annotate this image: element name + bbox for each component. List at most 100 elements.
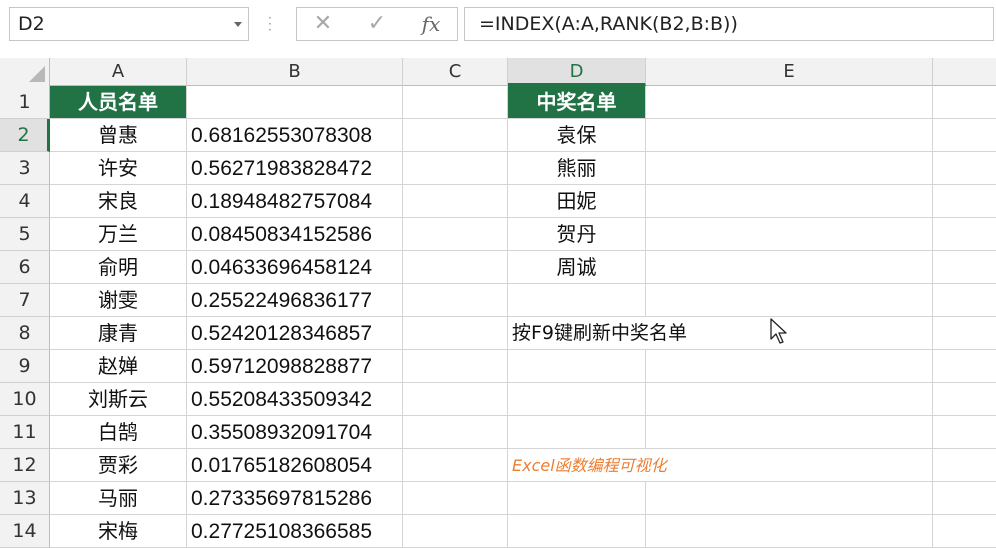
- grip-icon[interactable]: · · ·: [268, 12, 272, 36]
- formula-input[interactable]: =INDEX(A:A,RANK(B2,B:B)): [464, 7, 994, 41]
- empty-cell[interactable]: [403, 86, 508, 119]
- row-header-2[interactable]: 2: [0, 119, 50, 152]
- empty-cell[interactable]: [933, 251, 996, 284]
- random-value-cell[interactable]: 0.55208433509342: [187, 383, 403, 416]
- empty-cell[interactable]: [646, 86, 933, 119]
- empty-cell[interactable]: [403, 218, 508, 251]
- empty-cell[interactable]: [403, 350, 508, 383]
- empty-cell[interactable]: [646, 482, 933, 515]
- column-header-e[interactable]: E: [646, 58, 933, 86]
- column-header-a[interactable]: A: [50, 58, 187, 86]
- column-header-b[interactable]: B: [187, 58, 403, 86]
- empty-cell[interactable]: [933, 218, 996, 251]
- winner-cell[interactable]: 贺丹: [508, 218, 646, 251]
- empty-cell[interactable]: [403, 383, 508, 416]
- name-cell[interactable]: 康青: [50, 317, 187, 350]
- empty-cell[interactable]: [403, 152, 508, 185]
- row-header-10[interactable]: 10: [0, 383, 50, 416]
- empty-cell[interactable]: [403, 482, 508, 515]
- random-value-cell[interactable]: 0.59712098828877: [187, 350, 403, 383]
- random-value-cell[interactable]: 0.68162553078308: [187, 119, 403, 152]
- empty-cell[interactable]: [646, 383, 933, 416]
- header-cell-winners[interactable]: 中奖名单: [508, 86, 646, 119]
- empty-cell[interactable]: [933, 317, 996, 350]
- winner-cell[interactable]: [508, 350, 646, 383]
- empty-cell[interactable]: [403, 449, 508, 482]
- empty-cell[interactable]: [933, 383, 996, 416]
- empty-cell[interactable]: [403, 416, 508, 449]
- random-value-cell[interactable]: 0.35508932091704: [187, 416, 403, 449]
- empty-cell[interactable]: [646, 284, 933, 317]
- row-header-1[interactable]: 1: [0, 86, 50, 119]
- name-cell[interactable]: 宋梅: [50, 515, 187, 548]
- row-header-8[interactable]: 8: [0, 317, 50, 350]
- empty-cell[interactable]: [646, 152, 933, 185]
- empty-cell[interactable]: [933, 185, 996, 218]
- empty-cell[interactable]: [646, 251, 933, 284]
- name-box[interactable]: D2: [9, 7, 249, 41]
- empty-cell[interactable]: [933, 482, 996, 515]
- name-cell[interactable]: 贾彩: [50, 449, 187, 482]
- empty-cell[interactable]: [933, 119, 996, 152]
- empty-cell[interactable]: [403, 119, 508, 152]
- random-value-cell[interactable]: 0.04633696458124: [187, 251, 403, 284]
- row-header-11[interactable]: 11: [0, 416, 50, 449]
- random-value-cell[interactable]: 0.25522496836177: [187, 284, 403, 317]
- name-cell[interactable]: 谢雯: [50, 284, 187, 317]
- random-value-cell[interactable]: 0.08450834152586: [187, 218, 403, 251]
- winner-cell[interactable]: 袁保: [508, 119, 646, 152]
- winner-cell[interactable]: [508, 515, 646, 548]
- name-cell[interactable]: 许安: [50, 152, 187, 185]
- chevron-down-icon[interactable]: [234, 22, 242, 27]
- column-header-c[interactable]: C: [403, 58, 508, 86]
- row-header-7[interactable]: 7: [0, 284, 50, 317]
- empty-cell[interactable]: [646, 416, 933, 449]
- empty-cell[interactable]: [933, 86, 996, 119]
- column-header-d[interactable]: D: [508, 58, 646, 86]
- name-cell[interactable]: 白鹄: [50, 416, 187, 449]
- empty-cell[interactable]: [646, 449, 933, 482]
- random-value-cell[interactable]: [187, 86, 403, 119]
- name-cell[interactable]: 赵婵: [50, 350, 187, 383]
- empty-cell[interactable]: [403, 185, 508, 218]
- winner-cell[interactable]: [508, 416, 646, 449]
- empty-cell[interactable]: [933, 515, 996, 548]
- empty-cell[interactable]: [646, 185, 933, 218]
- empty-cell[interactable]: [403, 251, 508, 284]
- name-cell[interactable]: 刘斯云: [50, 383, 187, 416]
- empty-cell[interactable]: [933, 152, 996, 185]
- winner-cell[interactable]: [508, 482, 646, 515]
- name-cell[interactable]: 万兰: [50, 218, 187, 251]
- row-header-3[interactable]: 3: [0, 152, 50, 185]
- random-value-cell[interactable]: 0.56271983828472: [187, 152, 403, 185]
- cancel-icon[interactable]: ✕: [303, 8, 343, 40]
- row-header-6[interactable]: 6: [0, 251, 50, 284]
- name-cell[interactable]: 俞明: [50, 251, 187, 284]
- empty-cell[interactable]: [933, 350, 996, 383]
- column-header-f[interactable]: [933, 58, 996, 86]
- name-cell[interactable]: 马丽: [50, 482, 187, 515]
- insert-function-icon[interactable]: fx: [411, 8, 451, 40]
- row-header-5[interactable]: 5: [0, 218, 50, 251]
- refresh-hint-text[interactable]: 按F9键刷新中奖名单: [508, 317, 687, 350]
- row-header-4[interactable]: 4: [0, 185, 50, 218]
- empty-cell[interactable]: [403, 317, 508, 350]
- random-value-cell[interactable]: 0.01765182608054: [187, 449, 403, 482]
- name-cell[interactable]: 曾惠: [50, 119, 187, 152]
- empty-cell[interactable]: [933, 284, 996, 317]
- empty-cell[interactable]: [646, 350, 933, 383]
- row-header-14[interactable]: 14: [0, 515, 50, 548]
- empty-cell[interactable]: [646, 218, 933, 251]
- select-all-button[interactable]: [0, 58, 50, 86]
- random-value-cell[interactable]: 0.27335697815286: [187, 482, 403, 515]
- enter-icon[interactable]: ✓: [357, 8, 397, 40]
- empty-cell[interactable]: [646, 515, 933, 548]
- winner-cell[interactable]: 田妮: [508, 185, 646, 218]
- random-value-cell[interactable]: 0.27725108366585: [187, 515, 403, 548]
- winner-cell[interactable]: 周诚: [508, 251, 646, 284]
- name-cell[interactable]: 宋良: [50, 185, 187, 218]
- empty-cell[interactable]: [403, 284, 508, 317]
- watermark-text[interactable]: Excel函数编程可视化: [508, 449, 667, 482]
- header-cell-people-list[interactable]: 人员名单: [50, 86, 187, 119]
- random-value-cell[interactable]: 0.52420128346857: [187, 317, 403, 350]
